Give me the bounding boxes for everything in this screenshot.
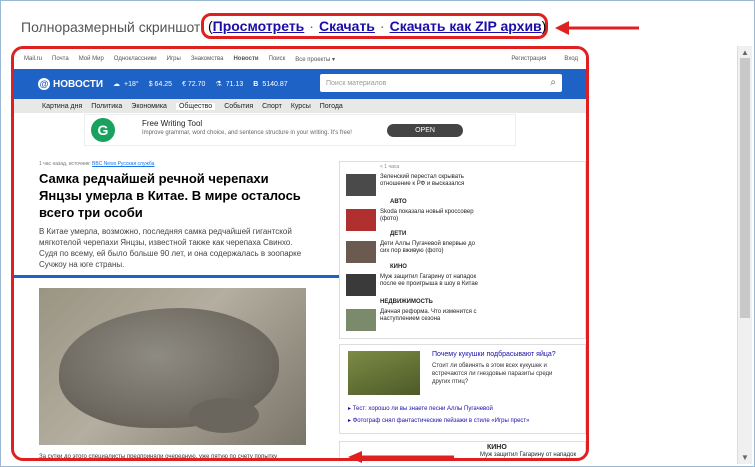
separator: ·	[379, 18, 385, 34]
oil-icon: ⚗	[215, 81, 222, 88]
sidebar-item[interactable]: ДЕТИ Дети Аллы Пугачевой впервые до сих …	[346, 231, 586, 269]
article-meta: 1 час назад, источник: BBC News Русская …	[39, 161, 154, 167]
separator: ·	[309, 18, 314, 34]
sidebar-category: ДЕТИ	[390, 231, 407, 237]
download-link[interactable]: Скачать	[319, 18, 375, 34]
sidebar-item-text: Муж защитил Гагарину от нападок после ее…	[380, 274, 479, 287]
sidebar-item-text: Зеленский перестал скрывать отношение к …	[380, 174, 465, 187]
meta-prefix: 1 час назад, источник:	[39, 161, 91, 167]
article-lead: В Китае умерла, возможно, последняя самк…	[39, 227, 302, 269]
fullsize-label: Полноразмерный скриншот:	[21, 19, 205, 35]
thumbnail	[346, 274, 376, 296]
sidebar-item[interactable]: Зеленский перестал скрывать отношение к …	[346, 172, 586, 202]
portal-link[interactable]: Одноклассники	[114, 56, 157, 62]
news-header: @ НОВОСТИ ☁ +18° $ 64.25 € 72.70 ⚗ 71.13…	[14, 69, 586, 99]
portal-link[interactable]: Мой Мир	[79, 56, 104, 62]
nav-item-active[interactable]: Общество	[175, 102, 216, 110]
meta-source[interactable]: BBC News Русская служба	[92, 161, 154, 167]
ticker-eur[interactable]: € 72.70	[182, 81, 205, 88]
download-zip-link[interactable]: Скачать как ZIP архив	[390, 18, 542, 34]
logo-text: НОВОСТИ	[53, 78, 104, 90]
portal-link[interactable]: Mail.ru	[24, 56, 42, 62]
grammarly-logo-icon: G	[91, 118, 115, 142]
red-arrow-icon	[555, 21, 639, 35]
portal-link[interactable]: Знакомства	[191, 56, 224, 62]
nav-item[interactable]: Погода	[320, 103, 343, 110]
portal-link[interactable]: Поиск	[269, 56, 286, 62]
sidebar-item-text: Дети Аллы Пугачевой впервые до сих пор в…	[380, 241, 475, 254]
portal-link[interactable]: Все проекты ▾	[295, 56, 335, 63]
article-body: За сутки до этого специалисты предпринял…	[39, 454, 278, 460]
search-input[interactable]: Поиск материалов ⌕	[320, 74, 562, 92]
promo-block: Почему кукушки подбрасывают яйца? Стоит …	[339, 344, 586, 434]
sidebar-category: АВТО	[390, 199, 407, 205]
register-link[interactable]: Регистрация	[511, 56, 546, 62]
thumbnail	[346, 309, 376, 331]
promo-title[interactable]: Почему кукушки подбрасывают яйца?	[432, 351, 572, 358]
screenshot-page: Полноразмерный скриншот: ( Просмотреть ·…	[0, 0, 755, 467]
close-paren: )	[541, 18, 547, 34]
sidebar-item-text: Муж защитил Гагарину от нападок	[480, 452, 577, 458]
weather-value[interactable]: +18°	[124, 81, 139, 88]
sidebar-category: НЕДВИЖИМОСТЬ	[380, 299, 433, 305]
portal-auth: Регистрация Вход	[501, 56, 578, 62]
article-photo	[39, 288, 306, 445]
promo-link[interactable]: ▸ Тест: хорошо ли вы знаете песни Аллы П…	[348, 405, 493, 412]
download-links-box: ( Просмотреть · Скачать · Скачать как ZI…	[201, 13, 548, 39]
ad-description: Improve grammar, word choice, and senten…	[142, 130, 352, 136]
search-placeholder: Поиск материалов	[326, 79, 387, 87]
portal-link[interactable]: Игры	[167, 56, 181, 62]
ticker: ☁ +18° $ 64.25 € 72.70 ⚗ 71.13 B 5140.87	[113, 80, 288, 89]
btc-icon: B	[253, 80, 259, 88]
scrollbar-thumb[interactable]	[740, 58, 750, 318]
portal-bar: Mail.ru Почта Мой Мир Одноклассники Игры…	[14, 49, 586, 69]
sidebar-item[interactable]: КИНО Муж защитил Гагарину от нападок пос…	[346, 264, 586, 302]
promo-desc: Стоит ли обвинять в этом всех кукушек и …	[432, 363, 553, 385]
promo-link-text[interactable]: Тест: хорошо ли вы знаете песни Аллы Пуг…	[353, 406, 493, 412]
news-logo[interactable]: @ НОВОСТИ	[38, 78, 103, 90]
ticker-btc[interactable]: 5140.87	[262, 81, 287, 88]
search-icon[interactable]: ⌕	[550, 77, 556, 88]
sidebar-news: < 1 часа Зеленский перестал скрывать отн…	[339, 161, 586, 339]
nav-item[interactable]: Картина дня	[42, 103, 82, 110]
red-arrow-icon	[348, 451, 454, 463]
nav-item[interactable]: Политика	[91, 103, 122, 110]
nav-item[interactable]: Спорт	[262, 103, 282, 110]
login-link[interactable]: Вход	[564, 56, 578, 62]
category-nav: Картина дня Политика Экономика Общество …	[14, 99, 586, 113]
sidebar-item-text: Дачная реформа. Что изменится с наступле…	[380, 309, 477, 322]
ticker-oil[interactable]: 71.13	[226, 81, 244, 88]
cuckoo-image[interactable]	[348, 351, 420, 395]
view-link[interactable]: Просмотреть	[213, 18, 305, 34]
thumbnail	[346, 241, 376, 263]
promo-link[interactable]: ▸ Фотограф снял фантастические пейзажи в…	[348, 417, 530, 424]
at-logo-icon: @	[38, 78, 50, 90]
ad-open-button[interactable]: OPEN	[387, 124, 463, 137]
scroll-down-icon[interactable]: ▼	[741, 453, 749, 462]
sidebar-category: КИНО	[487, 444, 507, 451]
sidebar-category: КИНО	[390, 264, 407, 270]
ad-title: Free Writing Tool	[142, 119, 203, 128]
ad-banner[interactable]: G Free Writing Tool Improve grammar, wor…	[84, 114, 516, 146]
thumbnail	[346, 209, 376, 231]
scroll-up-icon[interactable]: ▲	[741, 48, 749, 57]
nav-item[interactable]: События	[224, 103, 253, 110]
cloud-icon: ☁	[113, 81, 121, 88]
screenshot-preview: Mail.ru Почта Мой Мир Одноклассники Игры…	[11, 46, 589, 461]
sidebar-item[interactable]: НЕДВИЖИМОСТЬ Дачная реформа. Что изменит…	[346, 299, 586, 337]
sidebar-item[interactable]: АВТО Skoda показала новый кроссовер (фот…	[346, 199, 586, 237]
scrollbar[interactable]: ▲ ▼	[737, 46, 752, 464]
article-headline: Самка редчайшей речной черепахи Янцзы ум…	[39, 171, 301, 220]
promo-link-text[interactable]: Фотограф снял фантастические пейзажи в с…	[353, 418, 530, 424]
turtle-head	[189, 398, 259, 433]
sidebar-item-text: Skoda показала новый кроссовер (фото)	[380, 209, 474, 222]
portal-link[interactable]: Почта	[52, 56, 69, 62]
nav-item[interactable]: Курсы	[291, 103, 311, 110]
sidebar-time: < 1 часа	[380, 164, 400, 170]
thumbnail	[346, 174, 376, 196]
portal-link[interactable]: Новости	[233, 56, 258, 62]
nav-item[interactable]: Экономика	[131, 103, 167, 110]
ticker-usd[interactable]: $ 64.25	[149, 81, 172, 88]
